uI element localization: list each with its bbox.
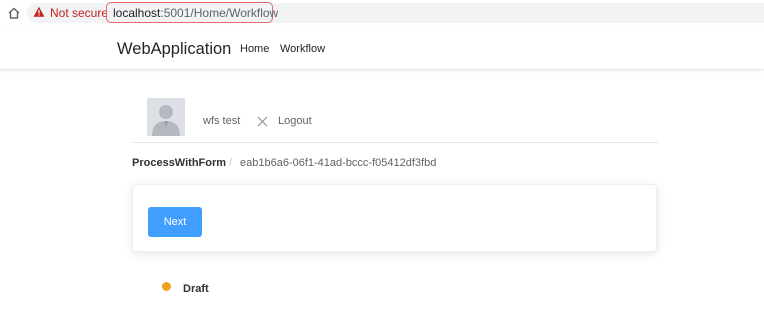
logout-link[interactable]: Logout [278, 115, 312, 128]
brand-link[interactable]: WebApplication [117, 40, 231, 58]
actions-card [132, 184, 657, 252]
url-text[interactable]: localhost:5001/Home/Workflow [113, 6, 278, 20]
user-name: wfs test [203, 115, 241, 127]
breadcrumb-process-name[interactable]: ProcessWithForm [132, 157, 226, 170]
next-button[interactable]: Next [148, 207, 202, 237]
browser-address-bar: Not secure localhost:5001/Home/Workflow [0, 0, 764, 26]
url-host: localhost [113, 6, 161, 20]
close-icon[interactable] [257, 116, 268, 127]
status-label: Draft [183, 283, 209, 295]
user-avatar-icon [147, 98, 185, 136]
app-navbar: WebApplication Home Workflow [0, 26, 764, 70]
nav-link-home[interactable]: Home [240, 43, 269, 56]
url-path: :5001/Home/Workflow [160, 6, 279, 20]
breadcrumb-instance-id: eab1b6a6-06f1-41ad-bccc-f05412df3fbd [240, 157, 437, 169]
status-dot [162, 282, 171, 291]
warning-triangle-icon[interactable] [33, 6, 45, 18]
home-icon[interactable] [6, 5, 22, 21]
nav-link-workflow[interactable]: Workflow [280, 43, 325, 56]
security-status-label[interactable]: Not secure [50, 6, 108, 20]
divider [132, 142, 658, 143]
breadcrumb-separator: / [229, 157, 233, 169]
